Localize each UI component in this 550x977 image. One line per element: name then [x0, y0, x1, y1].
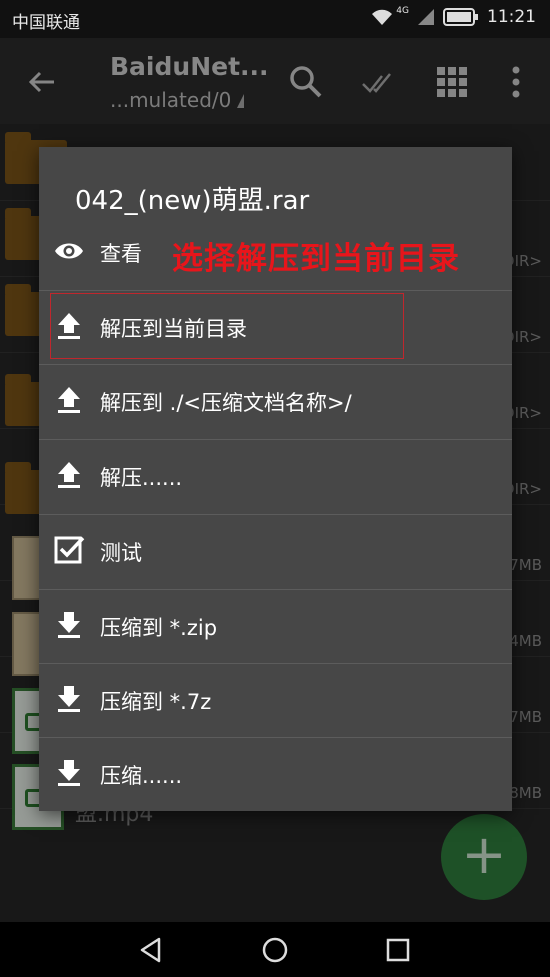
navigation-bar — [0, 922, 550, 977]
download-icon — [58, 612, 80, 638]
signal-icon — [418, 9, 434, 25]
eye-icon — [55, 243, 83, 259]
dialog-title: 042_(new)萌盟.rar — [75, 186, 310, 216]
network-type: 4G — [396, 6, 409, 16]
menu-item-label: 解压到 ./<压缩文档名称>/ — [100, 391, 352, 415]
annotation-text: 选择解压到当前目录 — [172, 241, 460, 277]
highlight-box — [50, 293, 404, 359]
menu-item-extract[interactable]: 解压...... — [39, 439, 512, 514]
menu-item-extract-to-folder[interactable]: 解压到 ./<压缩文档名称>/ — [39, 364, 512, 439]
upload-icon — [58, 462, 80, 488]
menu-item-label: 解压...... — [100, 466, 183, 490]
download-icon — [58, 686, 80, 712]
menu-item-label: 压缩...... — [100, 764, 183, 788]
nav-home-icon[interactable] — [261, 936, 289, 964]
nav-back-icon[interactable] — [137, 936, 165, 964]
nav-recents-icon[interactable] — [384, 936, 412, 964]
upload-icon — [58, 387, 80, 413]
download-icon — [58, 760, 80, 786]
menu-item-compress-zip[interactable]: 压缩到 *.zip — [39, 589, 512, 664]
menu-item-label: 压缩到 *.zip — [100, 616, 218, 640]
battery-icon — [443, 8, 478, 26]
carrier-label: 中国联通 — [12, 13, 80, 33]
menu-item-compress[interactable]: 压缩...... — [39, 737, 512, 812]
menu-item-label: 测试 — [100, 541, 142, 565]
checkbox-icon — [54, 536, 85, 564]
menu-item-label: 查看 — [100, 242, 142, 266]
menu-item-test[interactable]: 测试 — [39, 514, 512, 589]
wifi-icon — [372, 9, 393, 25]
clock: 11:21 — [487, 7, 536, 27]
status-bar: 中国联通 4G 11:21 — [0, 0, 550, 38]
menu-item-label: 压缩到 *.7z — [100, 690, 212, 714]
menu-item-compress-7z[interactable]: 压缩到 *.7z — [39, 663, 512, 738]
archive-context-menu: 042_(new)萌盟.rar 查看 选择解压到当前目录 解压到当前目录 解压到… — [39, 147, 512, 811]
